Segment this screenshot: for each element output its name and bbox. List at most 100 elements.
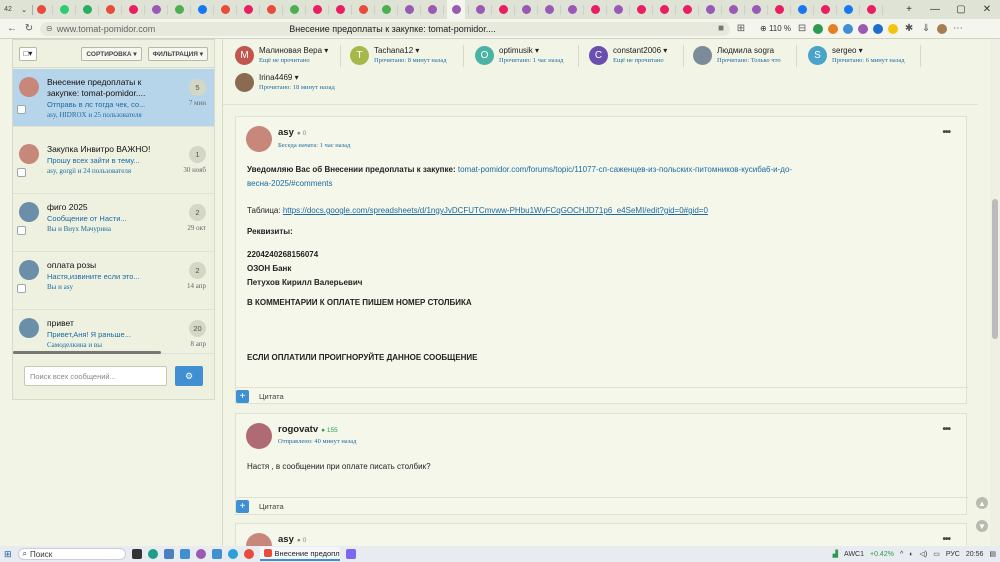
browser-tab[interactable] (171, 0, 187, 19)
browser-tab[interactable] (794, 0, 810, 19)
topic-link[interactable]: tomat-pomidor.com/forums/topic/11077-сп-… (458, 165, 792, 174)
downloads-icon[interactable]: ⇓ (920, 23, 932, 34)
participant-name[interactable]: sergeo ▾ (832, 46, 905, 55)
post-author[interactable]: rogovatv ● 155 (278, 424, 338, 435)
browser-tab[interactable] (286, 0, 302, 19)
back-icon[interactable]: ← (6, 23, 18, 34)
browser-tab[interactable] (771, 0, 787, 19)
extension-green-icon[interactable] (813, 23, 824, 34)
participant-malinovaya-vera[interactable]: M Малиновая Вера ▾ Ещё не прочитано (235, 46, 328, 65)
browser-tab[interactable] (401, 0, 417, 19)
participant-irina4469[interactable]: Irina4469 ▾ Прочитано: 18 минут назад (235, 73, 335, 92)
post-author[interactable]: asy ● 0 (278, 127, 306, 138)
horizontal-scrollbar[interactable] (13, 351, 161, 354)
browser-tab[interactable] (610, 0, 626, 19)
conversation-item[interactable]: Закупка Инвитро ВАЖНО! Прошу всех зайти … (13, 136, 214, 194)
browser-tab[interactable] (332, 0, 348, 19)
browser-tab[interactable] (633, 0, 649, 19)
scroll-bottom-icon[interactable]: ▼ (976, 520, 988, 532)
browser-tab[interactable] (679, 0, 695, 19)
mail-icon[interactable] (211, 549, 222, 559)
new-tab-icon[interactable]: + (896, 0, 922, 19)
table-link[interactable]: https://docs.google.com/spreadsheets/d/1… (283, 206, 708, 215)
store-icon[interactable] (179, 549, 190, 559)
browser-tab[interactable] (541, 0, 557, 19)
address-bar[interactable]: ⊝ www.tomat-pomidor.com Внесение предопл… (40, 21, 730, 36)
minimize-icon[interactable]: — (922, 0, 948, 19)
scrollbar-thumb[interactable] (992, 199, 998, 339)
page-scrollbar[interactable] (990, 39, 1000, 546)
filter-button[interactable]: ФИЛЬТРАЦИЯ ▾ (147, 46, 208, 61)
extension-blue-icon[interactable] (843, 23, 854, 34)
topic-link-cont[interactable]: весна-2025/#comments (247, 179, 333, 188)
browser-tab[interactable] (217, 0, 233, 19)
conversation-item[interactable]: оплата розы Настя,извините если это... В… (13, 252, 214, 310)
task-view-icon[interactable] (131, 549, 142, 559)
browser-tab[interactable] (240, 0, 256, 19)
puzzle-icon[interactable]: ✱ (903, 23, 915, 34)
maximize-icon[interactable]: ▢ (948, 0, 974, 19)
participant-optimusik[interactable]: O optimusik ▾ Прочитано: 1 час назад (475, 46, 563, 65)
bookmark-icon[interactable]: ■ (718, 23, 724, 34)
browser-tab[interactable] (148, 0, 164, 19)
browser-tab[interactable] (378, 0, 394, 19)
browser-tab[interactable] (817, 0, 833, 19)
zoom-level[interactable]: ⊕ 110 % (760, 24, 791, 33)
browser-tab[interactable] (587, 0, 603, 19)
stock-ticker[interactable]: AWC1 (844, 551, 864, 558)
language-indicator[interactable]: РУС (946, 551, 960, 558)
browser-tab[interactable] (564, 0, 580, 19)
select-all-dropdown[interactable]: □▾ (19, 46, 37, 61)
participant-name[interactable]: Людмила sogra (717, 46, 781, 55)
taskbar-search[interactable]: ⌕ Поиск (17, 548, 126, 560)
windows-start-icon[interactable]: ⊞ (4, 549, 12, 560)
telegram-icon[interactable] (227, 549, 238, 559)
conversation-item[interactable]: фиго 2025 Сообщение от Насти... Вы и Виу… (13, 194, 214, 252)
search-messages-input[interactable]: Поиск всех сообщений... (24, 366, 167, 386)
browser-tab[interactable] (725, 0, 741, 19)
browser-tab[interactable] (56, 0, 72, 19)
battery-icon[interactable]: ▭ (933, 550, 940, 558)
more-options-icon[interactable]: ••• (942, 127, 950, 138)
edge-icon[interactable] (147, 549, 158, 559)
conversation-item[interactable]: Внесение предоплаты к закупке: tomat-pom… (13, 69, 214, 127)
conversation-item[interactable]: привет Привет,Аня! Я раньше... Самоделки… (13, 310, 214, 354)
tab-list-chevron-icon[interactable]: ⌄ (16, 0, 32, 19)
plus-icon[interactable]: + (236, 500, 249, 513)
file-explorer-icon[interactable] (163, 549, 174, 559)
author-name[interactable]: asy (278, 127, 294, 138)
scroll-top-icon[interactable]: ▲ (976, 497, 988, 509)
more-options-icon[interactable]: ••• (942, 424, 950, 435)
participant-tachana12[interactable]: T Tachana12 ▾ Прочитано: 8 минут назад (350, 46, 447, 65)
browser-tab[interactable] (79, 0, 95, 19)
participant-name[interactable]: Irina4469 ▾ (259, 73, 335, 82)
gear-icon[interactable]: ⚙ (175, 366, 203, 386)
browser-tab[interactable] (863, 0, 879, 19)
extension-yellow-icon[interactable] (888, 23, 899, 34)
translate-icon[interactable]: ⊟ (796, 23, 808, 34)
quote-button[interactable]: Цитата (259, 502, 284, 511)
browser-tab[interactable] (125, 0, 141, 19)
browser-tab[interactable] (702, 0, 718, 19)
browser-tab[interactable] (447, 0, 465, 19)
network-icon[interactable]: ◐ (909, 551, 913, 558)
browser-tab[interactable] (33, 0, 49, 19)
app-settings-icon[interactable] (345, 549, 356, 559)
extensions-icon[interactable]: ⊞ (735, 23, 747, 34)
profile-avatar-icon[interactable] (937, 23, 948, 34)
tray-chevron-icon[interactable]: ^ (900, 551, 903, 558)
app-purple-icon[interactable] (195, 549, 206, 559)
browser-tab[interactable] (309, 0, 325, 19)
tab-count[interactable]: 42 (0, 0, 16, 19)
site-info-icon[interactable]: ⊝ (46, 24, 53, 33)
browser-tab[interactable] (194, 0, 210, 19)
browser-tab[interactable] (424, 0, 440, 19)
quote-button[interactable]: Цитата (259, 392, 284, 401)
sort-button[interactable]: СОРТИРОВКА ▾ (81, 46, 142, 61)
volume-icon[interactable]: ◁) (919, 550, 927, 558)
participant-name[interactable]: constant2006 ▾ (613, 46, 667, 55)
participant-lyudmila-sogra[interactable]: Людмила sogra Прочитано: Только что (693, 46, 781, 65)
conversation-checkbox[interactable] (17, 105, 26, 114)
browser-tab[interactable] (495, 0, 511, 19)
browser-tab[interactable] (518, 0, 534, 19)
